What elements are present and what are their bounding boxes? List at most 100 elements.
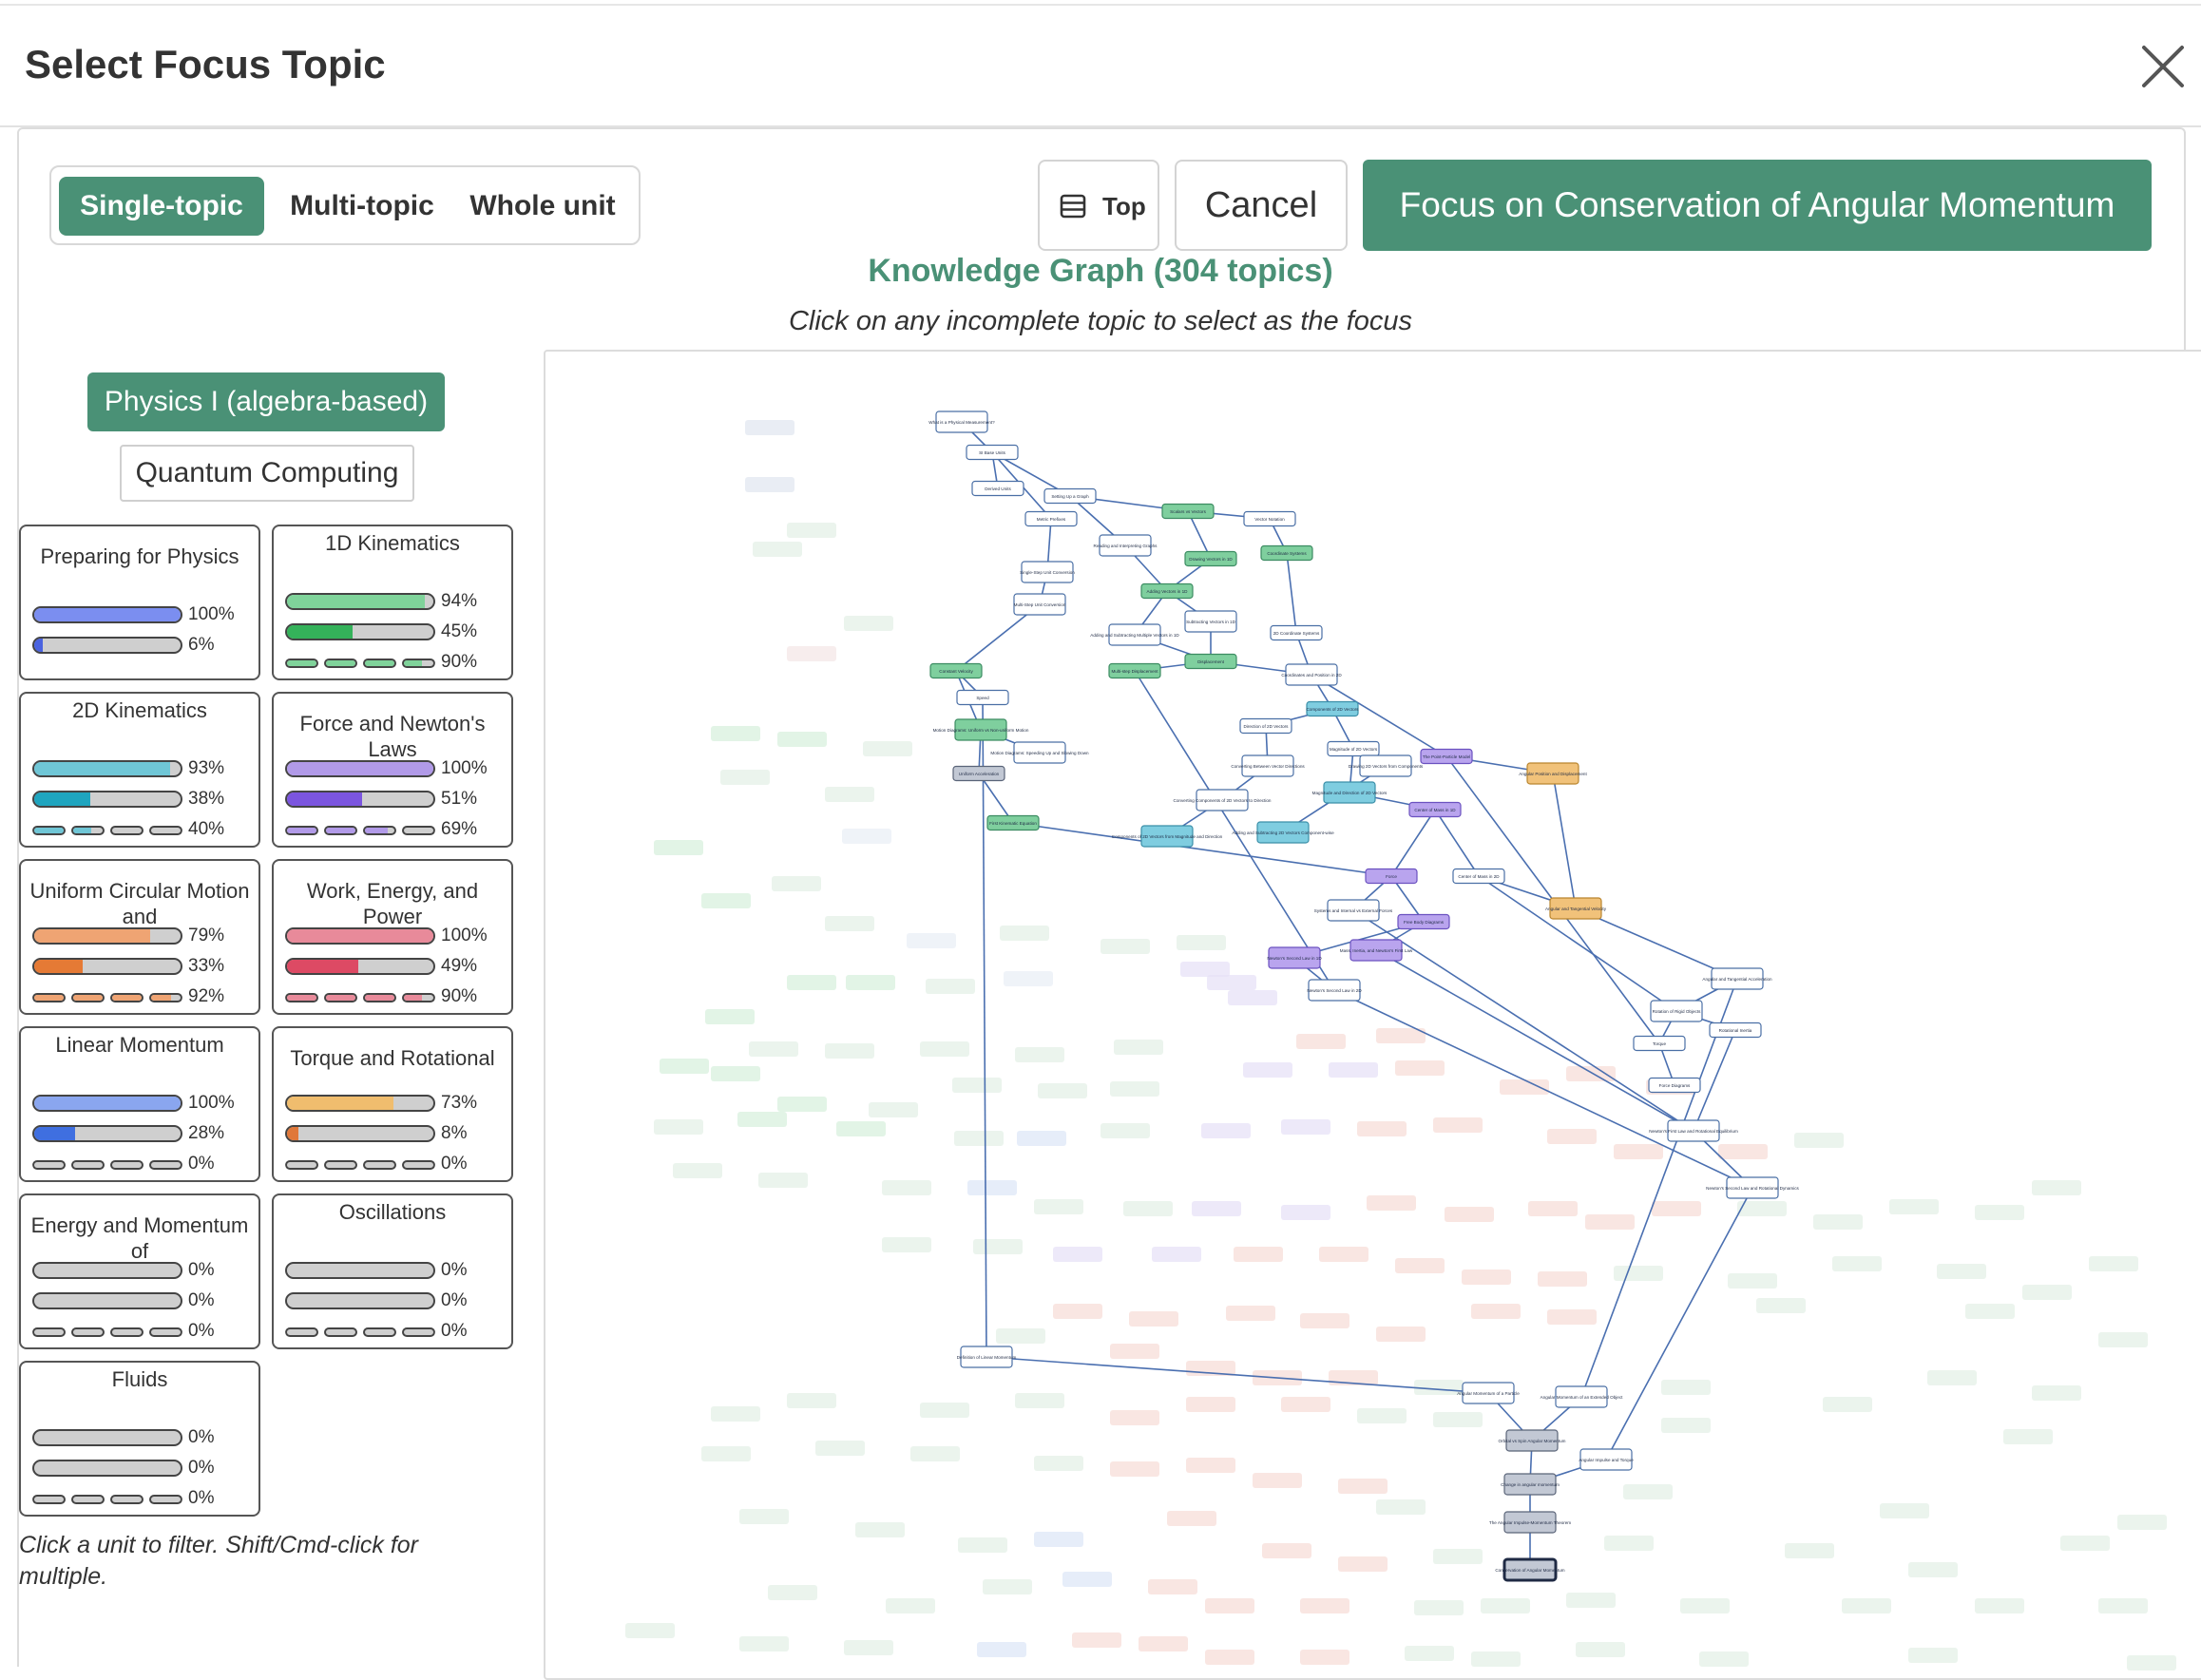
graph-node[interactable]: Angular and Tangential Acceleration xyxy=(1702,967,1772,990)
background-topic[interactable] xyxy=(1880,1503,1929,1518)
background-topic[interactable] xyxy=(1100,939,1150,954)
graph-node[interactable]: Rotation of Rigid Objects xyxy=(1650,1000,1703,1022)
background-topic[interactable] xyxy=(1661,1380,1711,1395)
background-topic[interactable] xyxy=(825,1043,874,1059)
background-topic[interactable] xyxy=(952,1078,1002,1093)
background-topic[interactable] xyxy=(1000,926,1049,941)
graph-node[interactable]: Constant Velocity xyxy=(929,662,983,679)
background-topic[interactable] xyxy=(1462,1270,1511,1285)
background-topic[interactable] xyxy=(1281,1119,1330,1135)
background-topic[interactable] xyxy=(1338,1556,1388,1572)
background-topic[interactable] xyxy=(2032,1385,2081,1401)
background-topic[interactable] xyxy=(1975,1598,2024,1613)
background-topic[interactable] xyxy=(1756,1298,1806,1313)
background-topic[interactable] xyxy=(2032,1180,2081,1195)
background-topic[interactable] xyxy=(2089,1256,2138,1271)
background-topic[interactable] xyxy=(711,726,760,741)
background-topic[interactable] xyxy=(1281,1205,1330,1220)
background-topic[interactable] xyxy=(1652,1201,1701,1216)
background-topic[interactable] xyxy=(1034,1532,1083,1547)
background-topic[interactable] xyxy=(1614,1144,1663,1159)
background-topic[interactable] xyxy=(654,1119,703,1135)
graph-node[interactable]: Torque xyxy=(1633,1035,1686,1052)
background-topic[interactable] xyxy=(737,1112,787,1127)
background-topic[interactable] xyxy=(1152,1247,1201,1262)
close-button[interactable] xyxy=(2138,42,2188,91)
background-topic[interactable] xyxy=(1129,1311,1178,1327)
background-topic[interactable] xyxy=(660,1059,709,1074)
graph-node[interactable]: Single-Step Unit Conversion xyxy=(1020,561,1075,583)
graph-node[interactable]: 2D Coordinate Systems xyxy=(1270,624,1323,641)
background-topic[interactable] xyxy=(1728,1273,1777,1289)
unit-card[interactable]: Preparing for Physics 100% 6% xyxy=(19,525,260,680)
unit-card[interactable]: Uniform Circular Motion and 79% 33% 92% xyxy=(19,859,260,1015)
background-topic[interactable] xyxy=(1234,1247,1283,1262)
unit-card[interactable]: 2D Kinematics 93% 38% 40% xyxy=(19,692,260,848)
background-topic[interactable] xyxy=(1975,1205,2024,1220)
background-topic[interactable] xyxy=(1813,1214,1863,1230)
background-topic[interactable] xyxy=(1680,1598,1730,1613)
background-topic[interactable] xyxy=(749,1041,798,1057)
background-topic[interactable] xyxy=(863,741,912,756)
graph-node[interactable]: Angular Impulse and Torque xyxy=(1579,1448,1634,1471)
background-topic[interactable] xyxy=(2003,1429,2053,1444)
background-topic[interactable] xyxy=(1253,1473,1302,1488)
graph-node[interactable]: Drawing 2D Vectors from Components xyxy=(1349,754,1424,777)
background-topic[interactable] xyxy=(772,876,821,891)
graph-node[interactable]: Adding and Subtracting Multiple Vectors … xyxy=(1090,623,1179,646)
background-topic[interactable] xyxy=(758,1173,808,1188)
graph-node[interactable]: Multi-step Displacement xyxy=(1108,662,1161,679)
background-topic[interactable] xyxy=(787,1393,836,1408)
background-topic[interactable] xyxy=(1180,962,1230,977)
background-topic[interactable] xyxy=(1114,1040,1163,1055)
graph-node[interactable]: Converting Components of 2D Vectors to D… xyxy=(1174,789,1272,811)
background-topic[interactable] xyxy=(1908,1562,1958,1577)
background-topic[interactable] xyxy=(739,1636,789,1651)
background-topic[interactable] xyxy=(1034,1199,1083,1214)
background-topic[interactable] xyxy=(768,1585,817,1600)
background-topic[interactable] xyxy=(907,933,956,948)
graph-node[interactable]: Setting Up a Graph xyxy=(1043,487,1097,505)
background-topic[interactable] xyxy=(1623,1484,1673,1499)
background-topic[interactable] xyxy=(625,1623,675,1638)
background-topic[interactable] xyxy=(910,1446,960,1461)
graph-node[interactable]: First Kinematic Equation xyxy=(986,814,1040,831)
background-topic[interactable] xyxy=(2098,1332,2148,1347)
graph-node[interactable]: Center of Mass in 2D xyxy=(1452,868,1505,885)
background-topic[interactable] xyxy=(836,1121,886,1136)
background-topic[interactable] xyxy=(1433,1412,1483,1427)
graph-node[interactable]: Angular Position and Displacement xyxy=(1519,762,1587,785)
background-topic[interactable] xyxy=(1319,1247,1368,1262)
background-topic[interactable] xyxy=(1538,1271,1587,1287)
mode-multi-topic-button[interactable]: Multi-topic xyxy=(274,177,450,236)
background-topic[interactable] xyxy=(1405,1646,1454,1661)
background-topic[interactable] xyxy=(1017,1131,1066,1146)
background-topic[interactable] xyxy=(1329,1062,1378,1078)
background-topic[interactable] xyxy=(1785,1543,1834,1558)
graph-node[interactable]: Multi-Step Unit Conversion xyxy=(1013,593,1066,616)
graph-node[interactable]: Force xyxy=(1365,868,1418,885)
background-topic[interactable] xyxy=(1139,1636,1188,1651)
background-topic[interactable] xyxy=(1965,1304,2015,1319)
mode-single-topic-button[interactable]: Single-topic xyxy=(59,177,264,236)
background-topic[interactable] xyxy=(1004,971,1053,986)
course-quantum-button[interactable]: Quantum Computing xyxy=(120,445,414,502)
graph-node[interactable]: Metric Prefixes xyxy=(1024,510,1078,527)
top-button[interactable]: Top xyxy=(1038,160,1159,251)
background-topic[interactable] xyxy=(1547,1129,1597,1144)
background-topic[interactable] xyxy=(1300,1650,1349,1665)
background-topic[interactable] xyxy=(1186,1458,1235,1473)
background-topic[interactable] xyxy=(1072,1632,1121,1648)
background-topic[interactable] xyxy=(1937,1264,1986,1279)
background-topic[interactable] xyxy=(958,1537,1007,1553)
background-topic[interactable] xyxy=(2117,1515,2167,1530)
background-topic[interactable] xyxy=(1395,1258,1445,1273)
background-topic[interactable] xyxy=(1053,1304,1102,1319)
background-topic[interactable] xyxy=(1794,1133,1844,1148)
background-topic[interactable] xyxy=(1228,990,1277,1005)
background-topic[interactable] xyxy=(1192,1201,1241,1216)
background-topic[interactable] xyxy=(983,1579,1032,1594)
background-topic[interactable] xyxy=(1167,1511,1216,1526)
background-topic[interactable] xyxy=(787,523,836,538)
background-topic[interactable] xyxy=(777,732,827,747)
